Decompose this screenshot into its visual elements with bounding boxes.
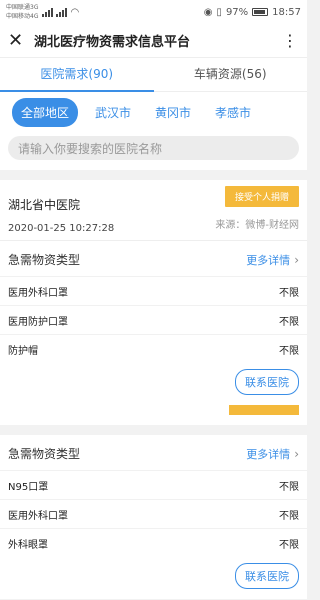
donation-badge: 接受个人捐赠 [224, 186, 299, 207]
carrier-2: 中国移动4G [6, 13, 39, 20]
next-card-header-partial [0, 405, 307, 425]
region-filter: 全部地区 武汉市 黄冈市 孝感市 [0, 92, 307, 132]
supply-name: 医用外科口罩 [8, 287, 68, 299]
region-all[interactable]: 全部地区 [12, 97, 79, 127]
supply-name: N95口罩 [8, 481, 49, 493]
page-title: 湖北医疗物资需求信息平台 [34, 35, 191, 50]
contact-hospital-button[interactable]: 联系医院 [235, 369, 299, 395]
supply-row: N95口罩 不限 [0, 470, 307, 499]
supply-name: 外科眼罩 [8, 539, 48, 551]
supply-qty: 不限 [279, 316, 299, 328]
search-container: 请输入你要搜索的医院名称 [0, 132, 307, 170]
hospital-card: 湖北省中医院 2020-01-25 10:27:28 接受个人捐赠 来源：微博-… [0, 180, 307, 425]
signal-icon [42, 7, 54, 17]
card-footer: 联系医院 [0, 557, 307, 599]
supply-section-header: 急需物资类型 更多详情 › [0, 435, 307, 470]
region-huanggang[interactable]: 黄冈市 [148, 99, 198, 126]
supply-row: 防护帽 不限 [0, 334, 307, 363]
supply-qty: 不限 [279, 539, 299, 551]
supply-qty: 不限 [279, 345, 299, 357]
card-footer: 联系医院 [0, 363, 307, 405]
region-xiaogan[interactable]: 孝感市 [208, 99, 258, 126]
status-bar: 中国联通3G 中国移动4G ◠ ◉ ▯ 97% 18:57 [0, 0, 307, 24]
supply-section-header: 急需物资类型 更多详情 › [0, 241, 307, 276]
battery-percent: 97% [225, 6, 249, 18]
carrier-1: 中国联通3G [6, 4, 39, 11]
more-details-link[interactable]: 更多详情 › [246, 252, 299, 268]
status-right: ◉ ▯ 97% 18:57 [204, 7, 301, 18]
hospital-card: 急需物资类型 更多详情 › N95口罩 不限 医用外科口罩 不限 外科眼罩 不限… [0, 435, 307, 599]
search-input[interactable]: 请输入你要搜索的医院名称 [8, 136, 299, 160]
supply-qty: 不限 [279, 287, 299, 299]
donation-badge-partial [229, 405, 299, 415]
source-label: 来源：微博-财经网 [215, 220, 299, 231]
contact-hospital-button[interactable]: 联系医院 [235, 563, 299, 589]
more-details-link[interactable]: 更多详情 › [246, 446, 299, 462]
section-title: 急需物资类型 [8, 447, 81, 461]
wifi-icon: ◠ [70, 6, 80, 18]
more-details-label: 更多详情 [246, 253, 291, 267]
supply-qty: 不限 [279, 510, 299, 522]
eye-icon: ◉ [203, 6, 213, 18]
more-icon[interactable]: ⋮ [282, 31, 299, 50]
supply-row: 医用防护口罩 不限 [0, 305, 307, 334]
supply-row: 外科眼罩 不限 [0, 528, 307, 557]
supply-row: 医用外科口罩 不限 [0, 276, 307, 305]
status-left: 中国联通3G 中国移动4G ◠ [6, 3, 79, 21]
clock: 18:57 [272, 6, 301, 18]
signal-icon-2 [56, 7, 68, 17]
signal-group: ◠ [42, 7, 79, 18]
title-bar: ✕ 湖北医疗物资需求信息平台 ⋮ [0, 24, 307, 58]
close-icon[interactable]: ✕ [8, 31, 28, 50]
supply-name: 医用防护口罩 [8, 316, 68, 328]
chevron-right-icon: › [294, 252, 299, 267]
supply-name: 防护帽 [8, 345, 38, 357]
vibrate-icon: ▯ [216, 6, 222, 18]
battery-icon [252, 8, 269, 16]
section-title: 急需物资类型 [8, 253, 81, 267]
tab-bar: 医院需求(90) 车辆资源(56) [0, 58, 307, 92]
carrier-labels: 中国联通3G 中国移动4G [6, 3, 38, 21]
chevron-right-icon: › [294, 446, 299, 461]
hospital-header: 湖北省中医院 2020-01-25 10:27:28 接受个人捐赠 来源：微博-… [0, 180, 307, 241]
tab-vehicle-resources[interactable]: 车辆资源(56) [154, 58, 308, 92]
supply-row: 医用外科口罩 不限 [0, 499, 307, 528]
more-details-label: 更多详情 [246, 447, 291, 461]
region-wuhan[interactable]: 武汉市 [88, 99, 138, 126]
tab-hospital-demand[interactable]: 医院需求(90) [0, 58, 154, 92]
supply-name: 医用外科口罩 [8, 510, 68, 522]
supply-qty: 不限 [279, 481, 299, 493]
